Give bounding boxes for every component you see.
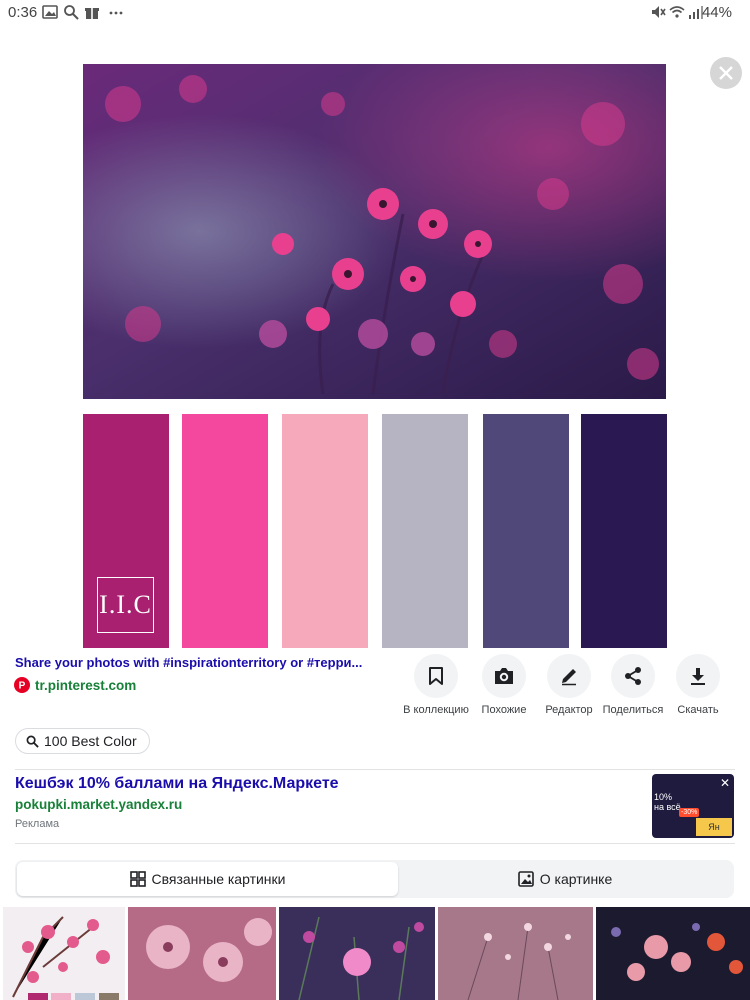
ad-title-link[interactable]: Кешбэк 10% баллами на Яндекс.Маркете [15, 775, 339, 793]
image-icon [517, 871, 534, 887]
pinterest-icon: P [14, 677, 30, 693]
color-swatch-6 [581, 414, 667, 648]
action-label: Поделиться [602, 704, 664, 716]
result-source[interactable]: P tr.pinterest.com [14, 676, 136, 694]
watermark-logo: I.I.C [97, 577, 154, 633]
lens-camera-icon [495, 668, 513, 684]
gift-icon [85, 7, 99, 19]
close-icon [719, 66, 733, 80]
grid-icon [129, 871, 146, 887]
chip-label: 100 Best Color [44, 733, 137, 749]
status-bar: 0:36 44% [0, 0, 750, 26]
color-swatch-3 [282, 414, 368, 648]
tab-about-image[interactable]: О картинке [398, 862, 732, 896]
wifi-icon [669, 6, 685, 18]
ad-url[interactable]: pokupki.market.yandex.ru [15, 797, 182, 812]
ad-close-icon[interactable]: ✕ [720, 776, 730, 790]
ad-thumbnail[interactable]: 10% на всё -30% Ян ✕ [652, 774, 734, 838]
divider [15, 843, 735, 844]
action-download[interactable]: Скачать [662, 654, 734, 716]
action-similar[interactable]: Похожие [468, 654, 540, 716]
related-image-thumb[interactable] [438, 907, 593, 1000]
related-image-thumb[interactable] [3, 907, 125, 1000]
related-search-chip[interactable]: 100 Best Color [15, 728, 150, 754]
flowers-photo [83, 64, 666, 399]
pencil-icon [562, 669, 576, 686]
related-image-thumb[interactable] [279, 907, 435, 1000]
action-label: В коллекцию [403, 704, 469, 716]
tab-related-images[interactable]: Связанные картинки [17, 862, 398, 896]
share-icon [625, 667, 641, 685]
search-icon [26, 735, 39, 748]
ad-thumb-text: 10% на всё [654, 792, 681, 812]
color-swatch-2 [182, 414, 268, 648]
divider [15, 769, 735, 770]
related-image-thumb[interactable] [128, 907, 276, 1000]
action-label: Похожие [481, 704, 527, 716]
action-editor[interactable]: Редактор [533, 654, 605, 716]
image-preview-area: I.I.C [0, 26, 750, 648]
image-icon [42, 5, 58, 19]
tab-label: Связанные картинки [151, 871, 286, 887]
search-icon [64, 5, 79, 20]
ad-thumb-brand: Ян [696, 818, 732, 836]
tab-label: О картинке [539, 871, 613, 887]
svg-text:P: P [19, 681, 26, 691]
result-title-link[interactable]: Share your photos with #inspirationterri… [15, 655, 385, 670]
action-share[interactable]: Поделиться [597, 654, 669, 716]
main-image-flowers[interactable] [83, 64, 666, 399]
mute-icon [652, 6, 666, 18]
status-time: 0:36 [8, 4, 38, 21]
bookmark-icon [429, 667, 443, 685]
source-domain: tr.pinterest.com [35, 677, 137, 693]
close-button[interactable] [710, 57, 742, 89]
tab-bar: Связанные картинки О картинке [15, 860, 734, 898]
color-swatch-4 [382, 414, 468, 648]
ad-thumb-badge: -30% [679, 808, 700, 817]
status-battery: 44% [701, 4, 732, 21]
more-dots-icon [109, 11, 123, 15]
signal-icon [689, 6, 703, 19]
ad-label: Реклама [15, 818, 60, 830]
download-icon [691, 668, 705, 685]
action-save-to-collection[interactable]: В коллекцию [400, 654, 472, 716]
action-label: Редактор [545, 704, 593, 716]
color-swatch-5 [483, 414, 569, 648]
related-image-thumb[interactable] [596, 907, 750, 1000]
image-search-viewer: 0:36 44% I.I.C Share your photos with #i… [0, 0, 750, 1000]
action-label: Скачать [677, 704, 719, 716]
